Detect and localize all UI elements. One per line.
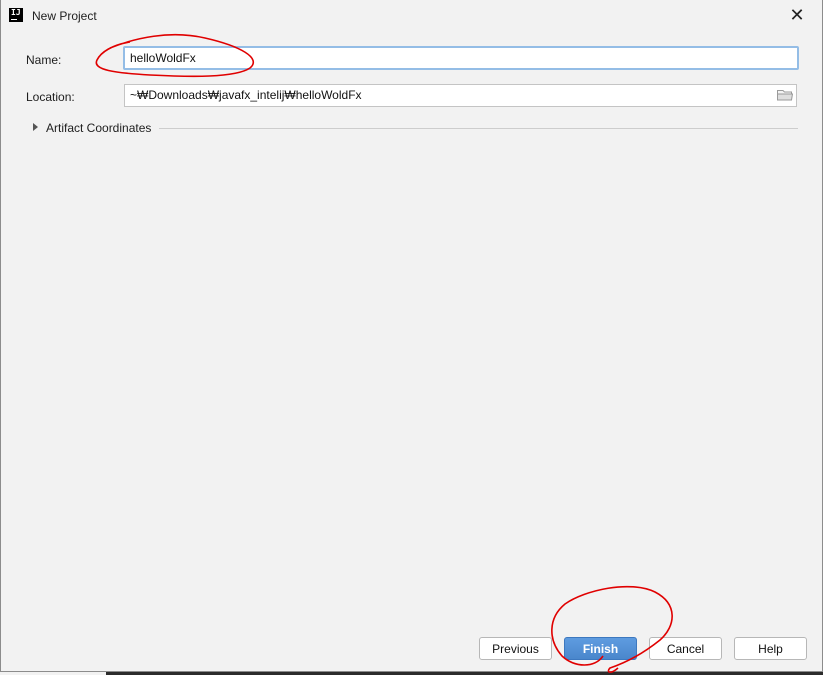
folder-icon[interactable] (777, 89, 793, 101)
new-project-dialog: IJ New Project ✕ Name: Location: ~₩Downl… (0, 0, 823, 672)
help-button[interactable]: Help (734, 637, 807, 660)
intellij-app-icon: IJ (9, 8, 23, 22)
close-icon[interactable]: ✕ (784, 3, 810, 29)
name-input[interactable] (123, 46, 799, 70)
finish-button[interactable]: Finish (564, 637, 637, 660)
section-divider (159, 128, 798, 129)
cancel-button[interactable]: Cancel (649, 637, 722, 660)
window-title: New Project (32, 9, 97, 23)
expand-triangle-icon (33, 123, 38, 131)
name-label: Name: (26, 53, 62, 67)
artifact-coordinates-label: Artifact Coordinates (46, 121, 152, 135)
location-input[interactable]: ~₩Downloads₩javafx_intelij₩helloWoldFx (124, 84, 797, 107)
title-bar: IJ New Project ✕ (1, 0, 822, 32)
location-label: Location: (26, 90, 75, 104)
artifact-coordinates-toggle[interactable]: Artifact Coordinates (31, 119, 799, 137)
previous-button[interactable]: Previous (479, 637, 552, 660)
